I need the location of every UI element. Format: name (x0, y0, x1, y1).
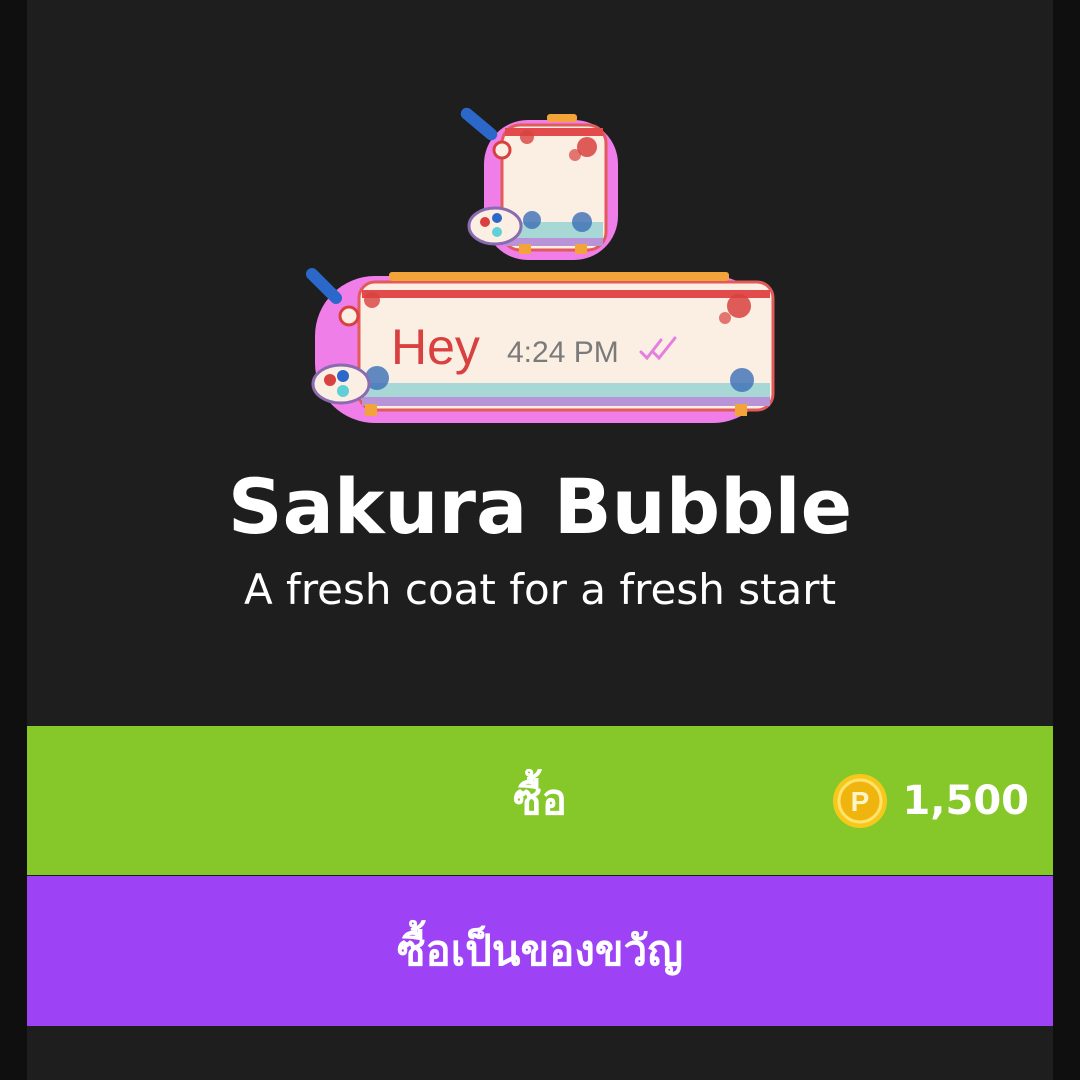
svg-text:P: P (851, 786, 870, 817)
p-coin-icon: P (833, 774, 888, 828)
gift-button[interactable]: ซื้อเป็นของขวัญ (27, 876, 1053, 1026)
price: P 1,500 (832, 773, 1029, 829)
large-bubble-preview: Hey 4:24 PM (305, 267, 775, 423)
buy-button[interactable]: ซื้อ P 1,500 (27, 726, 1053, 875)
price-value: 1,500 (902, 778, 1029, 824)
preview-time: 4:24 PM (507, 336, 619, 369)
sticker-detail-panel: Hey 4:24 PM Sakura Bubble A fresh coat f… (27, 0, 1053, 1080)
gift-button-label: ซื้อเป็นของขวัญ (397, 926, 683, 975)
bubble-preview: Hey 4:24 PM (305, 107, 775, 423)
small-bubble-preview (460, 107, 618, 260)
sticker-description: A fresh coat for a fresh start (243, 565, 837, 614)
sticker-title: Sakura Bubble (227, 462, 853, 551)
preview-message: Hey (391, 319, 480, 375)
